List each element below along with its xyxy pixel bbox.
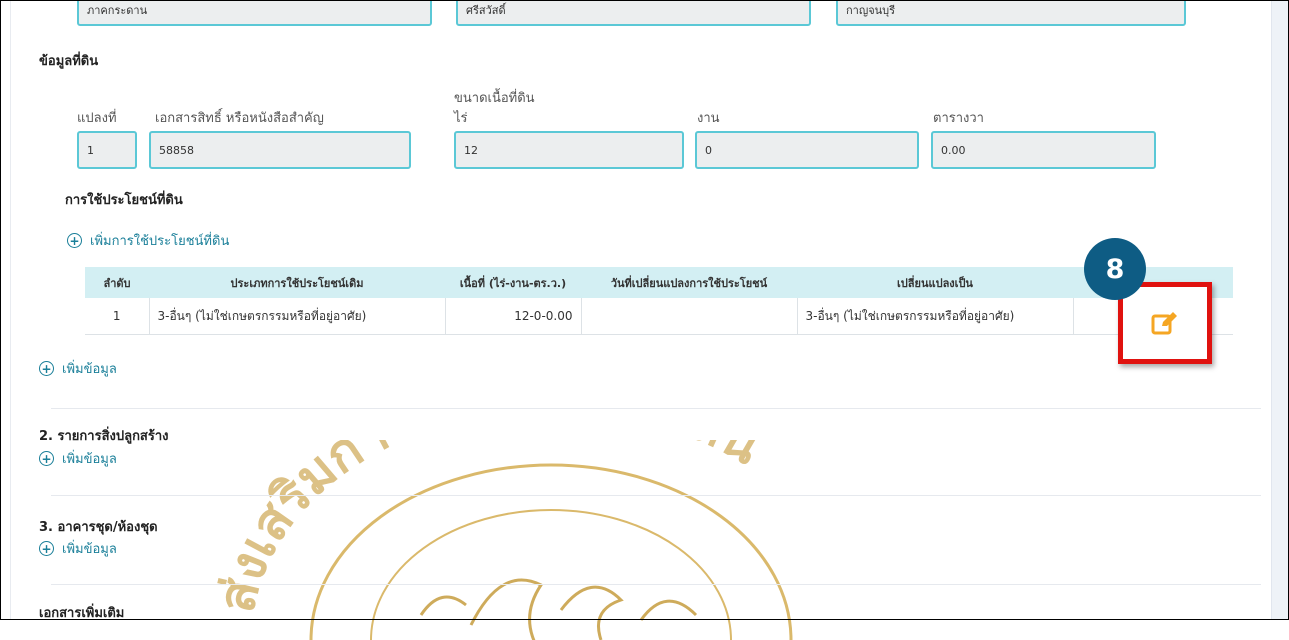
ngan-label: งาน bbox=[697, 111, 720, 126]
step-badge: 8 bbox=[1084, 238, 1146, 300]
plot-no-input[interactable]: 1 bbox=[77, 131, 137, 169]
add-circle-icon: + bbox=[39, 451, 54, 466]
province-value: กาญจนบุรี bbox=[846, 4, 896, 17]
add-land-use-link[interactable]: + เพิ่มการใช้ประโยชน์ที่ดิน bbox=[67, 230, 229, 251]
subdistrict-input[interactable]: ภาคกระดาน bbox=[77, 0, 432, 26]
table-header-row: ลำดับ ประเภทการใช้ประโยชน์เดิม เนื้อที่ … bbox=[85, 267, 1233, 298]
watermark-emblem: ส่งเสริมการปกครองท้องถิ่น bbox=[205, 440, 793, 640]
col-no: ลำดับ bbox=[85, 267, 149, 298]
col-original-use: ประเภทการใช้ประโยชน์เดิม bbox=[149, 267, 445, 298]
plot-no-value: 1 bbox=[87, 144, 94, 157]
rai-label: ไร่ bbox=[454, 111, 468, 126]
add-land-use-label: เพิ่มการใช้ประโยชน์ที่ดิน bbox=[90, 234, 230, 249]
cell-no: 1 bbox=[85, 298, 150, 335]
plot-no-label: แปลงที่ bbox=[77, 111, 117, 126]
ngan-input[interactable]: 0 bbox=[695, 131, 919, 169]
add-data-link-1[interactable]: + เพิ่มข้อมูล bbox=[39, 358, 117, 379]
add-data-label: เพิ่มข้อมูล bbox=[62, 452, 117, 467]
subdistrict-value: ภาคกระดาน bbox=[87, 4, 148, 17]
section3-title: 3. อาคารชุด/ห้องชุด bbox=[39, 520, 158, 535]
add-circle-icon: + bbox=[39, 361, 54, 376]
add-circle-icon: + bbox=[67, 233, 82, 248]
sq-wa-input[interactable]: 0.00 bbox=[931, 131, 1156, 169]
section2-title: 2. รายการสิ่งปลูกสร้าง bbox=[39, 429, 169, 444]
cell-changed-to: 3-อื่นๆ (ไม่ใช่เกษตรกรรมหรือที่อยู่อาศัย… bbox=[797, 298, 1074, 335]
land-use-title: การใช้ประโยชน์ที่ดิน bbox=[65, 193, 183, 208]
province-input[interactable]: กาญจนบุรี bbox=[836, 0, 1186, 26]
col-change-date: วันที่เปลี่ยนแปลงการใช้ประโยชน์ bbox=[581, 267, 797, 298]
table-row: 1 3-อื่นๆ (ไม่ใช่เกษตรกรรมหรือที่อยู่อาศ… bbox=[85, 298, 1233, 335]
sq-wa-value: 0.00 bbox=[941, 144, 966, 157]
add-data-label: เพิ่มข้อมูล bbox=[62, 362, 117, 377]
rai-input[interactable]: 12 bbox=[454, 131, 684, 169]
page-scroll-gutter bbox=[1271, 0, 1288, 620]
land-use-table: ลำดับ ประเภทการใช้ประโยชน์เดิม เนื้อที่ … bbox=[85, 267, 1233, 335]
edit-icon bbox=[1151, 312, 1177, 335]
col-area: เนื้อที่ (ไร่-งาน-ตร.ว.) bbox=[445, 267, 581, 298]
rai-value: 12 bbox=[464, 144, 478, 157]
document-value: 58858 bbox=[159, 144, 194, 157]
add-circle-icon: + bbox=[39, 541, 54, 556]
ngan-value: 0 bbox=[705, 144, 712, 157]
section-divider bbox=[51, 495, 1261, 496]
col-changed-to: เปลี่ยนแปลงเป็น bbox=[797, 267, 1073, 298]
section-divider bbox=[51, 408, 1261, 409]
area-group-label: ขนาดเนื้อที่ดิน bbox=[454, 91, 535, 106]
district-value: ศรีสวัสดิ์ bbox=[466, 4, 506, 17]
cell-original-use: 3-อื่นๆ (ไม่ใช่เกษตรกรรมหรือที่อยู่อาศัย… bbox=[149, 298, 446, 335]
watermark-text: ส่งเสริมการปกครองท้องถิ่น bbox=[205, 440, 771, 618]
add-data-label: เพิ่มข้อมูล bbox=[62, 542, 117, 557]
add-data-link-3[interactable]: + เพิ่มข้อมูล bbox=[39, 538, 117, 559]
section-divider bbox=[51, 584, 1261, 585]
sq-wa-label: ตารางวา bbox=[933, 111, 984, 126]
cell-area: 12-0-0.00 bbox=[445, 298, 582, 335]
document-label: เอกสารสิทธิ์ หรือหนังสือสำคัญ bbox=[155, 111, 324, 126]
land-info-title: ข้อมูลที่ดิน bbox=[39, 54, 99, 69]
district-input[interactable]: ศรีสวัสดิ์ bbox=[456, 0, 811, 26]
form-card: ส่งเสริมการปกครองท้องถิ่น ภาคกระดาน ศรีส… bbox=[10, 0, 1271, 640]
page-background bbox=[1, 0, 9, 620]
add-data-link-2[interactable]: + เพิ่มข้อมูล bbox=[39, 448, 117, 469]
document-input[interactable]: 58858 bbox=[149, 131, 411, 169]
cell-change-date bbox=[581, 298, 798, 335]
